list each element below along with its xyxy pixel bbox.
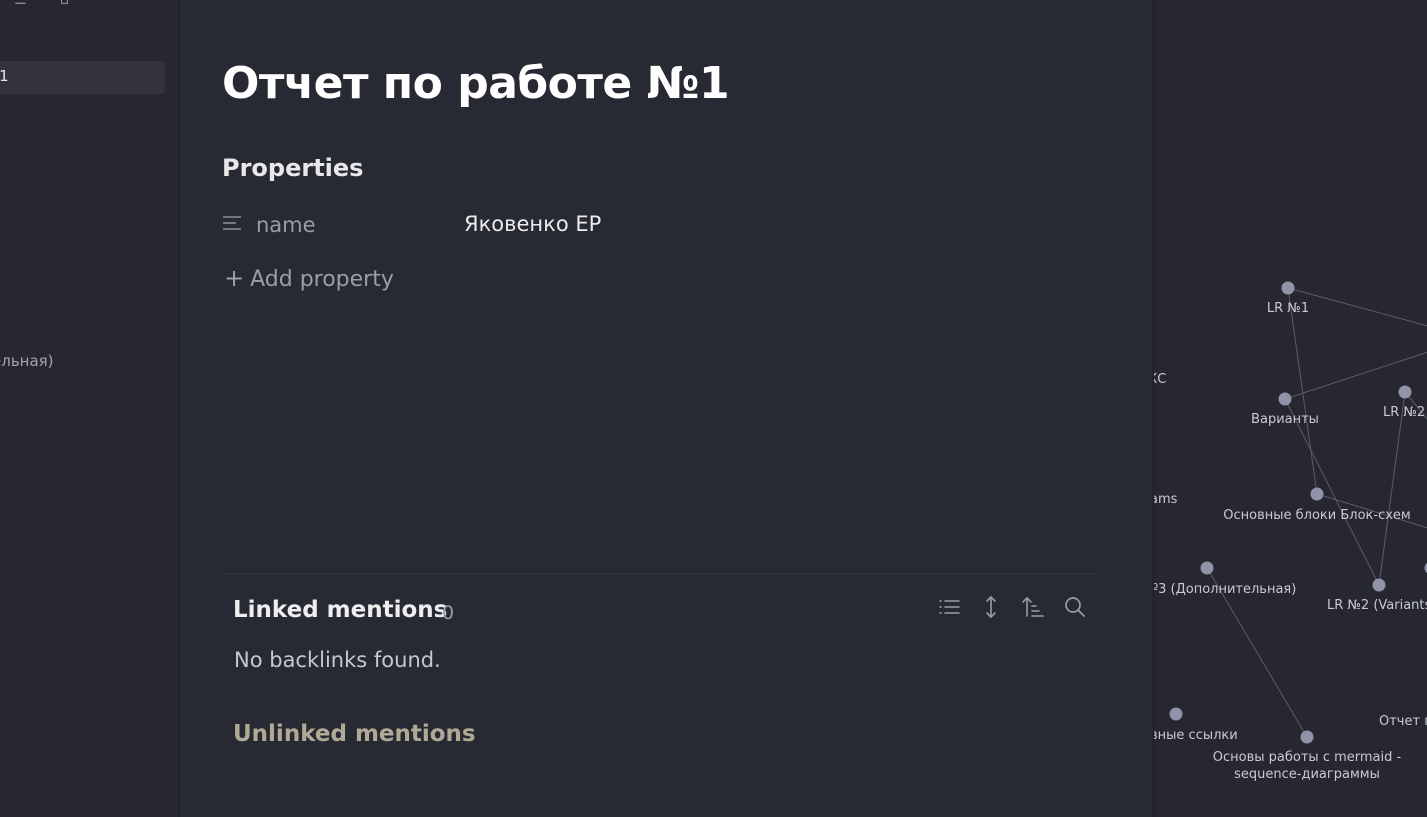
property-key[interactable]: name	[256, 213, 316, 237]
property-row[interactable]: name Яковенко ЕР	[222, 205, 822, 245]
graph-label-lr2-variants[interactable]: LR №2 (Variants	[1327, 597, 1427, 614]
add-property-label: Add property	[250, 267, 394, 292]
graph-label-blocks[interactable]: Основные блоки Блок-схем	[1223, 507, 1410, 524]
graph-node-blocks	[1310, 487, 1324, 501]
search-icon[interactable]	[1062, 594, 1088, 620]
plus-icon: +	[224, 264, 245, 292]
graph-label-lr1[interactable]: LR №1	[1267, 300, 1309, 317]
properties-heading[interactable]: Properties	[222, 154, 363, 182]
graph-label-links[interactable]: вные ссылки	[1154, 727, 1238, 744]
graph-label-lr2[interactable]: LR №2	[1383, 404, 1425, 421]
toolbar-icon[interactable]: ⌂	[60, 0, 69, 8]
graph-view-pane[interactable]: LR №1 КС Варианты LR №2 ams Основные бло…	[1153, 0, 1427, 817]
graph-edge	[1287, 287, 1318, 495]
text-lines-icon	[223, 216, 241, 230]
note-editor-pane: Отчет по работе №1 Properties name Якове…	[180, 0, 1152, 817]
sidebar-item-label: º1	[0, 67, 9, 85]
graph-label-ams[interactable]: ams	[1154, 491, 1177, 508]
graph-node-links	[1169, 707, 1183, 721]
linked-mentions-heading[interactable]: Linked mentions	[233, 597, 447, 623]
graph-label-lr3[interactable]: º3 (Дополнительная)	[1154, 581, 1296, 598]
page-title[interactable]: Отчет по работе №1	[222, 58, 730, 109]
app-window: ☰ ⌂ º1 ельная) Отчет по работе №1 Proper…	[0, 0, 1427, 817]
menu-icon[interactable]: ☰	[14, 0, 27, 8]
expand-icon[interactable]	[978, 594, 1004, 620]
graph-node-lr1	[1281, 281, 1295, 295]
graph-label-mermaid-line1[interactable]: Основы работы с mermaid -	[1213, 749, 1401, 766]
property-value[interactable]: Яковенко ЕР	[464, 212, 601, 236]
no-backlinks-text: No backlinks found.	[234, 648, 441, 672]
sidebar-item-active-note[interactable]: º1	[0, 61, 165, 94]
graph-label-report[interactable]: Отчет п	[1379, 713, 1427, 730]
linked-mentions-count: 0	[442, 602, 455, 624]
graph-label-variants[interactable]: Варианты	[1251, 411, 1319, 428]
sidebar-item-label: ельная)	[0, 352, 54, 370]
divider	[224, 573, 1094, 574]
sort-icon[interactable]	[1020, 594, 1046, 620]
sidebar-item-note[interactable]: ельная)	[0, 346, 165, 379]
add-property-button[interactable]: + Add property	[224, 264, 394, 292]
graph-label-mermaid-line2[interactable]: sequence-диаграммы	[1234, 766, 1380, 783]
graph-node-variants	[1278, 392, 1292, 406]
graph-label-ks[interactable]: КС	[1154, 371, 1166, 388]
graph-node-lr3	[1200, 561, 1214, 575]
list-icon[interactable]	[936, 594, 962, 620]
file-explorer-sidebar: ☰ ⌂ º1 ельная)	[0, 0, 180, 817]
graph-node-mermaid	[1300, 730, 1314, 744]
graph-node-lr2-variants	[1372, 578, 1386, 592]
unlinked-mentions-heading[interactable]: Unlinked mentions	[233, 721, 476, 747]
graph-node-lr2	[1398, 385, 1412, 399]
